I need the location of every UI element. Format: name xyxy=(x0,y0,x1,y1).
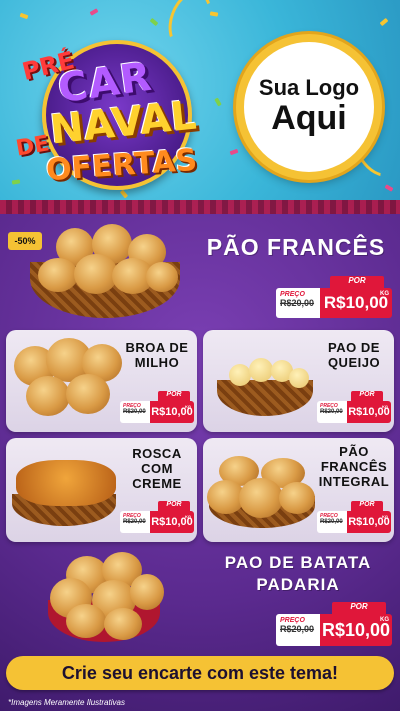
price-old: PREÇO R$20,00 xyxy=(276,614,320,646)
confetti xyxy=(379,17,389,27)
carnaval-badge: PRÉ CAR NAVAL DE OFERTAS xyxy=(6,22,210,194)
price-old-value: R$20,00 xyxy=(280,624,315,634)
confetti xyxy=(214,97,222,107)
price-new: R$10,00 KG xyxy=(320,288,392,318)
logo-placeholder: Sua Logo Aqui xyxy=(236,34,382,180)
price-old-value: R$20,00 xyxy=(320,409,343,415)
price-old: PREÇO R$20,00 xyxy=(120,511,150,533)
cta-text: Crie seu encarte com este tema! xyxy=(61,662,339,683)
price-unit: KG xyxy=(185,404,191,409)
card-title: PÃO FRANCÊS INTEGRAL xyxy=(318,444,390,489)
price-por-label: POR xyxy=(351,391,383,401)
price-new: R$10,00 KG xyxy=(347,511,391,533)
cheese-bread xyxy=(249,358,273,382)
logo-line-2: Aqui xyxy=(271,99,347,138)
price-por-label: POR xyxy=(158,391,190,401)
cta-banner[interactable]: Crie seu encarte com este tema! xyxy=(6,656,394,690)
price-label: PREÇO xyxy=(280,291,305,298)
price-old: PREÇO R$20,00 xyxy=(317,511,347,533)
disclaimer: *Imagens Meramente Ilustrativas xyxy=(8,698,125,707)
bread-roll xyxy=(66,604,106,638)
card-title: BROA DE MILHO xyxy=(125,340,189,370)
price-new-value: R$10,00 xyxy=(323,293,389,312)
price-old-value: R$20,00 xyxy=(123,409,146,415)
price-old-value: R$20,00 xyxy=(320,519,343,525)
price-unit: KG xyxy=(382,514,388,519)
bread-roll xyxy=(130,574,164,610)
confetti xyxy=(89,8,99,16)
price-old-value: R$20,00 xyxy=(123,519,146,525)
bread-roll xyxy=(26,376,70,416)
confetti xyxy=(19,12,29,20)
price-old: PREÇO R$20,00 xyxy=(120,401,150,423)
price-old: PREÇO R$20,00 xyxy=(276,288,320,318)
bread-roll xyxy=(104,608,142,640)
price-unit: KG xyxy=(185,514,191,519)
product-card-broa-de-milho[interactable]: BROA DE MILHO POR PREÇO R$20,00 R$10,00 … xyxy=(6,330,197,432)
confetti xyxy=(229,148,239,156)
price-por-label: POR xyxy=(330,276,384,288)
discount-badge: -50% xyxy=(8,232,42,250)
price-old-value: R$20,00 xyxy=(280,298,315,308)
card-title: PAO DE QUEIJO xyxy=(327,340,381,370)
product-card-rosca-com-creme[interactable]: ROSCA COM CREME POR PREÇO R$20,00 R$10,0… xyxy=(6,438,197,542)
confetti xyxy=(384,184,394,192)
price-label: PREÇO xyxy=(280,617,305,624)
cheese-bread xyxy=(229,364,251,386)
price-por-label: POR xyxy=(332,602,386,614)
featured-title: PÃO FRANCÊS xyxy=(206,234,386,260)
bread-roll xyxy=(279,482,315,514)
bread-roll xyxy=(146,262,178,292)
cheese-bread xyxy=(289,368,309,388)
header-banner: PRÉ CAR NAVAL DE OFERTAS Sua Logo Aqui xyxy=(0,0,400,210)
featured-bottom-title: PAO DE BATATA PADARIA xyxy=(224,553,372,594)
decorative-fringe xyxy=(0,200,400,214)
price-new: R$10,00 KG xyxy=(150,401,194,423)
price-new: R$10,00 KG xyxy=(347,401,391,423)
product-card-pao-frances-integral[interactable]: PÃO FRANCÊS INTEGRAL POR PREÇO R$20,00 R… xyxy=(203,438,394,542)
price-unit: KG xyxy=(380,617,389,623)
logo-line-1: Sua Logo xyxy=(258,75,360,101)
sweet-bread xyxy=(16,460,116,506)
bread-roll xyxy=(239,478,283,518)
price-new: R$10,00 KG xyxy=(320,614,392,646)
price-new: R$10,00 KG xyxy=(150,511,194,533)
price-unit: KG xyxy=(380,291,389,297)
price-por-label: POR xyxy=(158,501,190,511)
price-old: PREÇO R$20,00 xyxy=(317,401,347,423)
bread-roll xyxy=(66,374,110,414)
bread-roll xyxy=(38,258,78,292)
card-title: ROSCA COM CREME xyxy=(132,446,182,491)
price-unit: KG xyxy=(382,404,388,409)
price-por-label: POR xyxy=(351,501,383,511)
product-card-pao-de-queijo[interactable]: PAO DE QUEIJO POR PREÇO R$20,00 R$10,00 … xyxy=(203,330,394,432)
